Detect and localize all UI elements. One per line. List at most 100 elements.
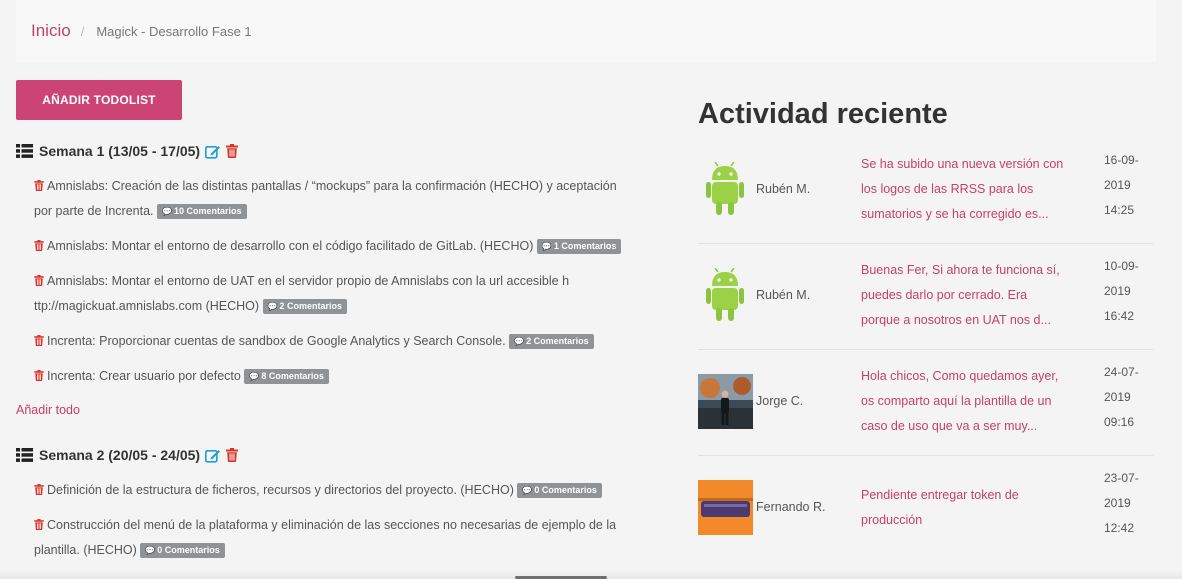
activity-message-line: Pendiente entregar token de: [861, 488, 1019, 502]
comments-badge[interactable]: 💬 2 Comentarios: [509, 334, 594, 349]
task-text-cont: ttp://magickuat.amnislabs.com (HECHO): [34, 299, 260, 313]
activity-item: Rubén M. Se ha subido una nueva versión …: [698, 138, 1153, 244]
comment-icon: 💬: [522, 486, 533, 495]
date-time: 16:42: [1104, 309, 1135, 323]
trash-icon[interactable]: [34, 275, 44, 286]
comments-count: 1 Comentarios: [553, 241, 617, 251]
activity-date: 10-09- 2019 16:42: [1104, 254, 1139, 329]
comments-count: 0 Comentarios: [534, 485, 597, 495]
activity-message-line: puedes darlo por cerrado. Era: [861, 288, 1028, 302]
trash-icon[interactable]: [34, 240, 44, 251]
list-icon: [16, 144, 33, 158]
trash-icon[interactable]: [226, 448, 239, 462]
orange-avatar: [698, 480, 753, 535]
activity-user: Rubén M.: [756, 288, 811, 302]
add-all-link[interactable]: Añadir todo: [16, 403, 80, 417]
activity-message-link[interactable]: Hola chicos, Como quedamos ayer, os comp…: [861, 364, 1076, 439]
activity-user: Fernando R.: [756, 500, 826, 514]
date-year: 2019: [1104, 390, 1131, 404]
date-year: 2019: [1104, 284, 1131, 298]
activity-message-line: Buenas Fer, Si ahora te funciona sí,: [861, 263, 1060, 277]
trash-icon[interactable]: [34, 519, 44, 530]
add-todolist-button[interactable]: AÑADIR TODOLIST: [16, 80, 182, 120]
activity-title: Actividad reciente: [698, 98, 948, 130]
breadcrumb-home-link[interactable]: Inicio: [31, 21, 71, 41]
week-title: Semana 2 (20/05 - 24/05): [39, 447, 201, 463]
date-day: 24-07-: [1104, 365, 1139, 379]
activity-message-line: Hola chicos, Como quedamos ayer,: [861, 369, 1059, 383]
activity-message-line: Se ha subido una nueva versión con: [861, 157, 1064, 171]
date-year: 2019: [1104, 496, 1131, 510]
list-icon: [16, 448, 33, 462]
android-avatar: [706, 268, 744, 321]
breadcrumb-separator: /: [80, 23, 85, 39]
android-avatar: [706, 162, 744, 215]
comment-icon: 💬: [162, 207, 172, 216]
task-text-cont: por parte de Increnta.: [34, 204, 154, 218]
task-item: Increnta: Proporcionar cuentas de sandbo…: [34, 329, 654, 354]
trash-icon[interactable]: [34, 370, 44, 381]
task-item: Amnislabs: Montar el entorno de UAT en e…: [34, 269, 654, 319]
comments-badge[interactable]: 💬 1 Comentarios: [536, 239, 622, 254]
activity-message-link[interactable]: Se ha subido una nueva versión con los l…: [861, 152, 1076, 227]
date-day: 23-07-: [1104, 471, 1139, 485]
photo-avatar: [698, 374, 753, 429]
activity-message-line: sumatorios y se ha corregido es...: [861, 207, 1049, 221]
date-time: 12:42: [1104, 521, 1135, 535]
activity-item: Jorge C. Hola chicos, Como quedamos ayer…: [698, 350, 1153, 456]
activity-message-line: los logos de las RRSS para los: [861, 182, 1034, 196]
activity-message-link[interactable]: Buenas Fer, Si ahora te funciona sí, pue…: [861, 258, 1076, 333]
task-text: Increnta: Crear usuario por defecto: [47, 369, 241, 383]
comment-icon: 💬: [249, 372, 260, 381]
comment-icon: 💬: [145, 546, 156, 555]
activity-message-line: caso de uso que va a ser muy...: [861, 419, 1038, 433]
task-text: Amnislabs: Montar el entorno de UAT en e…: [47, 274, 570, 288]
activity-message-line: producción: [861, 513, 923, 527]
task-text-cont: plantilla. (HECHO): [34, 543, 137, 557]
comments-badge[interactable]: 💬 0 Comentarios: [140, 543, 225, 558]
comments-badge[interactable]: 💬 0 Comentarios: [517, 483, 602, 498]
activity-message-line: porque a nosotros en UAT nos d...: [861, 313, 1051, 327]
task-text: Amnislabs: Montar el entorno de desarrol…: [47, 239, 534, 253]
edit-icon[interactable]: [205, 448, 221, 463]
trash-icon[interactable]: [34, 180, 44, 191]
task-item: Definición de la estructura de ficheros,…: [34, 478, 654, 503]
date-year: 2019: [1104, 178, 1131, 192]
activity-message-line: os comparto aquí la plantilla de un: [861, 394, 1052, 408]
trash-icon[interactable]: [34, 484, 44, 495]
activity-item: Rubén M. Buenas Fer, Si ahora te funcion…: [698, 244, 1153, 350]
comment-icon: 💬: [267, 302, 278, 311]
comments-badge[interactable]: 💬 10 Comentarios: [157, 204, 247, 219]
activity-date: 23-07- 2019 12:42: [1104, 466, 1139, 541]
activity-date: 16-09- 2019 14:25: [1104, 148, 1139, 223]
comments-count: 10 Comentarios: [173, 206, 242, 216]
activity-user: Rubén M.: [756, 182, 811, 196]
activity-date: 24-07- 2019 09:16: [1104, 360, 1139, 435]
comments-count: 0 Comentarios: [157, 545, 220, 555]
date-day: 10-09-: [1104, 259, 1139, 273]
activity-message-link[interactable]: Pendiente entregar token de producción: [861, 483, 1076, 533]
task-item: Amnislabs: Montar el entorno de desarrol…: [34, 234, 654, 259]
activity-user: Jorge C.: [756, 394, 804, 408]
comment-icon: 💬: [541, 242, 552, 251]
date-time: 14:25: [1104, 203, 1135, 217]
comments-count: 2 Comentarios: [526, 336, 589, 346]
task-item: Amnislabs: Creación de las distintas pan…: [34, 174, 654, 224]
comments-badge[interactable]: 💬 2 Comentarios: [262, 299, 348, 314]
breadcrumb-current: Magick - Desarrollo Fase 1: [96, 23, 252, 39]
trash-icon[interactable]: [226, 144, 239, 158]
task-item: Increnta: Crear usuario por defecto 💬 8 C…: [34, 364, 654, 389]
activity-item: Fernando R. Pendiente entregar token de …: [698, 456, 1153, 562]
week-title: Semana 1 (13/05 - 17/05): [39, 143, 201, 159]
trash-icon[interactable]: [34, 335, 44, 346]
task-item: Construcción del menú de la plataforma y…: [34, 513, 654, 563]
breadcrumb: Inicio / Magick - Desarrollo Fase 1: [16, 0, 1156, 62]
comments-count: 2 Comentarios: [279, 301, 343, 311]
edit-icon[interactable]: [205, 144, 221, 159]
date-time: 09:16: [1104, 415, 1135, 429]
comments-badge[interactable]: 💬 8 Comentarios: [244, 369, 329, 384]
task-text: Amnislabs: Creación de las distintas pan…: [47, 179, 617, 193]
task-text: Construcción del menú de la plataforma y…: [47, 518, 617, 532]
week-header-1: Semana 1 (13/05 - 17/05): [16, 140, 676, 162]
date-day: 16-09-: [1104, 153, 1139, 167]
